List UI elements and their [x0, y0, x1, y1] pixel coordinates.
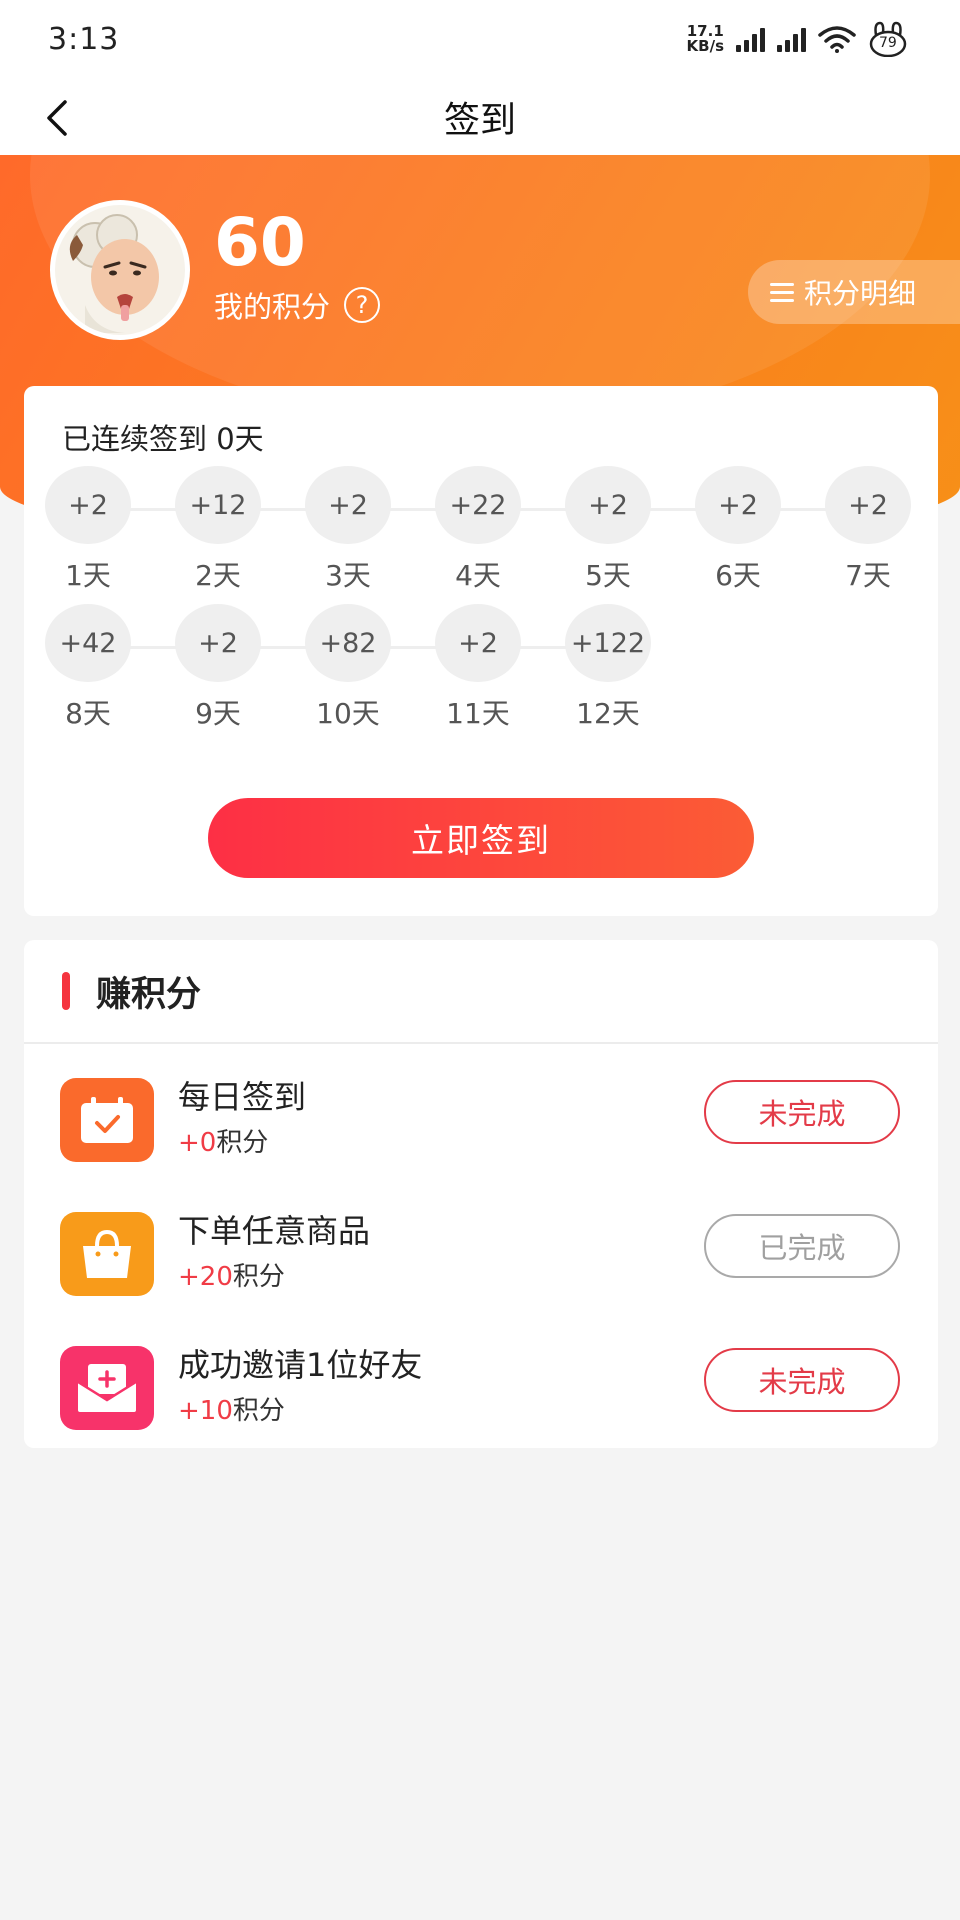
task-reward: +10积分	[178, 1396, 285, 1426]
nav-bar: 签到	[0, 78, 960, 156]
calendar-check-icon	[60, 1078, 154, 1162]
day-bonus: +2	[435, 604, 521, 682]
day-label: 4天	[455, 559, 501, 592]
earn-points-card: 赚积分 每日签到 +0积分 未完成 下单任意商品 +20积分 已完成 成功邀请1…	[24, 940, 938, 1448]
status-bar: 3:13 17.1 KB/s 79	[0, 0, 960, 78]
task-name: 下单任意商品	[178, 1212, 371, 1250]
day-label: 3天	[325, 559, 371, 592]
day-item: +2 5天	[565, 466, 651, 594]
net-speed-unit: KB/s	[686, 37, 724, 55]
points-detail-label: 积分明细	[804, 277, 917, 310]
day-label: 8天	[65, 697, 111, 730]
day-bonus: +42	[45, 604, 131, 682]
day-item: +42 8天	[45, 604, 131, 732]
points-label-row: 我的积分 ?	[214, 284, 381, 326]
section-marker	[62, 972, 70, 1010]
day-bonus: +2	[45, 466, 131, 544]
day-label: 9天	[195, 697, 241, 730]
day-item: +2 7天	[825, 466, 911, 594]
task-name: 成功邀请1位好友	[178, 1346, 423, 1384]
day-bonus: +82	[305, 604, 391, 682]
day-item: +82 10天	[305, 604, 391, 732]
back-button[interactable]	[30, 90, 86, 146]
battery-level: 79	[879, 35, 897, 51]
task-reward: +20积分	[178, 1262, 285, 1292]
day-item: +2 6天	[695, 466, 781, 594]
checkin-button[interactable]: 立即签到	[208, 798, 754, 878]
back-arrow-icon	[47, 100, 67, 136]
signal-icon	[777, 26, 806, 52]
page-title: 签到	[443, 100, 516, 141]
day-bonus: +2	[565, 466, 651, 544]
day-label: 2天	[195, 559, 241, 592]
avatar[interactable]	[50, 200, 190, 340]
day-label: 11天	[446, 697, 510, 730]
day-item: +2 3天	[305, 466, 391, 594]
day-item: +2 9天	[175, 604, 261, 732]
task-status-button[interactable]: 未完成	[704, 1080, 900, 1144]
day-bonus: +2	[305, 466, 391, 544]
task-status-button[interactable]: 未完成	[704, 1348, 900, 1412]
task-item: 每日签到 +0积分 未完成	[24, 1068, 938, 1178]
task-item: 成功邀请1位好友 +10积分 未完成	[24, 1336, 938, 1446]
points-label: 我的积分	[214, 290, 331, 324]
day-bonus: +12	[175, 466, 261, 544]
points-detail-button[interactable]: 积分明细	[748, 260, 960, 324]
signal-icon	[736, 26, 765, 52]
day-bonus: +2	[695, 466, 781, 544]
day-item: +2 11天	[435, 604, 521, 732]
avatar-image	[55, 205, 185, 335]
day-label: 7天	[845, 559, 891, 592]
day-row: +2 1天 +12 2天 +2 3天 +22 4天 +2 5天 +2 6天 +2 7天	[45, 466, 917, 594]
day-label: 5天	[585, 559, 631, 592]
battery-icon: 79	[868, 21, 908, 57]
list-icon	[770, 282, 794, 302]
help-icon[interactable]: ?	[344, 287, 381, 323]
status-time: 3:13	[48, 21, 120, 57]
day-bonus: +2	[175, 604, 261, 682]
day-bonus: +2	[825, 466, 911, 544]
day-row: +42 8天 +2 9天 +82 10天 +2 11天 +122 12天	[45, 604, 917, 732]
day-item: +122 12天	[565, 604, 651, 732]
streak-text: 已连续签到 0天	[62, 422, 264, 456]
points-value: 60	[214, 204, 306, 281]
earn-header: 赚积分	[24, 940, 938, 1044]
net-speed: 17.1 KB/s	[687, 24, 724, 54]
signin-card: 已连续签到 0天 +2 1天 +12 2天 +2 3天 +22 4天 +2 5天 +2 6天 +2 7天 +…	[24, 386, 938, 916]
day-label: 6天	[715, 559, 761, 592]
task-status-button[interactable]: 已完成	[704, 1214, 900, 1278]
day-bonus: +122	[565, 604, 651, 682]
shopping-bag-icon	[60, 1212, 154, 1296]
day-label: 12天	[576, 697, 640, 730]
earn-title: 赚积分	[96, 974, 202, 1015]
task-item: 下单任意商品 +20积分 已完成	[24, 1202, 938, 1312]
task-name: 每日签到	[178, 1078, 307, 1116]
task-reward: +0积分	[178, 1128, 269, 1158]
day-label: 1天	[65, 559, 111, 592]
day-item: +2 1天	[45, 466, 131, 594]
invite-envelope-icon	[60, 1346, 154, 1430]
day-item: +22 4天	[435, 466, 521, 594]
day-item: +12 2天	[175, 466, 261, 594]
day-label: 10天	[316, 697, 380, 730]
status-indicators: 17.1 KB/s 79	[687, 21, 908, 57]
wifi-icon	[818, 25, 856, 53]
day-bonus: +22	[435, 466, 521, 544]
